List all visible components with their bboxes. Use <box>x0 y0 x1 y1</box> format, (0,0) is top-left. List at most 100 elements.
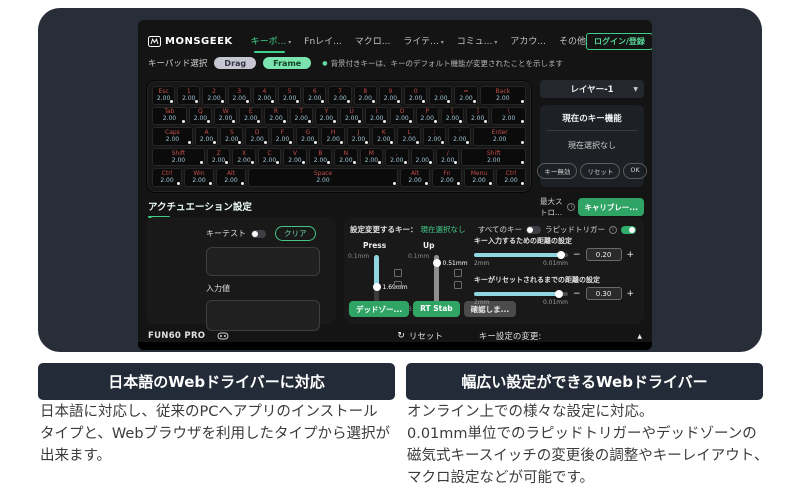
key-tab[interactable]: Tab2.00 <box>152 107 187 126</box>
key-9[interactable]: 92.00 <box>379 86 402 105</box>
key-r[interactable]: R2.00 <box>264 107 287 126</box>
key-6[interactable]: 62.00 <box>303 86 326 105</box>
press-slider-handle[interactable]: 1.69mm <box>373 283 381 291</box>
key-7[interactable]: 72.00 <box>328 86 351 105</box>
decrease-button[interactable]: − <box>573 290 581 299</box>
up-slider-handle[interactable]: 0.51mm <box>433 259 441 267</box>
key-[[interactable]: [2.00 <box>441 107 464 126</box>
drag-option[interactable]: Drag <box>214 57 256 69</box>
key-o[interactable]: O2.00 <box>390 107 413 126</box>
key-e[interactable]: E2.00 <box>239 107 262 126</box>
key-d[interactable]: D2.00 <box>245 127 268 146</box>
key-2[interactable]: 22.00 <box>202 86 225 105</box>
nav-item-0[interactable]: キーボ...▾ <box>251 34 292 49</box>
key-reset-button[interactable]: リセット <box>580 163 620 179</box>
key-\[interactable]: \2.00 <box>491 107 526 126</box>
key-p[interactable]: P2.00 <box>416 107 439 126</box>
key-ctrl[interactable]: Ctrl2.00 <box>152 168 182 187</box>
actuation-distance-value[interactable]: 0.20 <box>586 248 622 261</box>
login-button[interactable]: ログイン/登録 <box>586 33 652 50</box>
key-c[interactable]: C2.00 <box>258 148 281 167</box>
brand-logo[interactable]: MONSGEEK <box>148 36 233 47</box>
calibrate-button[interactable]: キャリブレー... <box>578 198 644 216</box>
key-=[interactable]: =2.00 <box>454 86 477 105</box>
key-disable-button[interactable]: キー無効 <box>537 163 577 179</box>
key-'[interactable]: '2.00 <box>448 127 471 146</box>
reset-distance-value[interactable]: 0.30 <box>586 287 622 300</box>
increase-button[interactable]: + <box>627 251 635 260</box>
key-3[interactable]: 32.00 <box>228 86 251 105</box>
step-up-icon[interactable] <box>394 269 402 277</box>
key-;[interactable]: ;2.00 <box>423 127 446 146</box>
key-b[interactable]: B2.00 <box>309 148 332 167</box>
clear-button[interactable]: クリア <box>275 226 316 241</box>
key-i[interactable]: I2.00 <box>365 107 388 126</box>
collapse-caret-icon[interactable]: ▲ <box>637 333 642 340</box>
reset-button[interactable]: ↻ リセット <box>397 330 443 342</box>
nav-item-2[interactable]: マクロ... <box>355 34 391 49</box>
key-.[interactable]: .2.00 <box>411 148 434 167</box>
key-y[interactable]: Y2.00 <box>315 107 338 126</box>
increase-button[interactable]: + <box>627 290 635 299</box>
rapid-trigger-toggle[interactable] <box>621 226 636 234</box>
rt-stab-button[interactable]: RT Stab <box>413 301 460 317</box>
key-][interactable]: ]2.00 <box>466 107 489 126</box>
key-l[interactable]: L2.00 <box>397 127 420 146</box>
layer-select[interactable]: レイヤー-1 ▼ <box>540 80 644 98</box>
key-win[interactable]: Win2.00 <box>184 168 214 187</box>
frame-option[interactable]: Frame <box>263 57 311 69</box>
nav-item-4[interactable]: コミュ...▾ <box>457 34 498 49</box>
input-value-textarea[interactable] <box>206 300 320 331</box>
step-up-icon[interactable] <box>454 269 462 277</box>
all-keys-toggle[interactable] <box>526 226 541 234</box>
key-esc[interactable]: Esc2.00 <box>152 86 175 105</box>
key-1[interactable]: 12.00 <box>177 86 200 105</box>
key--[interactable]: -2.00 <box>429 86 452 105</box>
nav-item-1[interactable]: Fnレイ... <box>304 34 341 49</box>
key-z[interactable]: Z2.00 <box>207 148 230 167</box>
key-,[interactable]: ,2.00 <box>385 148 408 167</box>
key-test-textarea[interactable] <box>206 247 320 276</box>
key-u[interactable]: U2.00 <box>340 107 363 126</box>
slider-handle[interactable] <box>557 251 565 259</box>
key-s[interactable]: S2.00 <box>220 127 243 146</box>
key-alt[interactable]: Alt2.00 <box>216 168 246 187</box>
key-t[interactable]: T2.00 <box>290 107 313 126</box>
key-k[interactable]: K2.00 <box>372 127 395 146</box>
key-shift[interactable]: Shift2.00 <box>152 148 205 167</box>
slider-track[interactable] <box>474 253 568 257</box>
key-g[interactable]: G2.00 <box>296 127 319 146</box>
key-back[interactable]: Back2.00 <box>480 86 526 105</box>
slider-handle[interactable] <box>555 290 563 298</box>
key-shift[interactable]: Shift2.00 <box>461 148 526 167</box>
key-j[interactable]: J2.00 <box>347 127 370 146</box>
key-enter[interactable]: Enter2.00 <box>473 127 526 146</box>
key-v[interactable]: V2.00 <box>283 148 306 167</box>
key-5[interactable]: 52.00 <box>278 86 301 105</box>
key-fn[interactable]: Fn2.00 <box>432 168 462 187</box>
slider-track[interactable] <box>474 292 568 296</box>
key-ctrl[interactable]: Ctrl2.00 <box>496 168 526 187</box>
key-h[interactable]: H2.00 <box>321 127 344 146</box>
key-space[interactable]: Space2.00 <box>248 168 398 187</box>
key-0[interactable]: 02.00 <box>404 86 427 105</box>
key-n[interactable]: N2.00 <box>334 148 357 167</box>
key-caps[interactable]: Caps2.00 <box>152 127 193 146</box>
step-down-icon[interactable] <box>454 281 462 289</box>
key-ok-button[interactable]: OK <box>623 163 646 179</box>
up-slider-track[interactable]: 0.51mm <box>434 255 439 307</box>
key-/[interactable]: /2.00 <box>436 148 459 167</box>
key-f[interactable]: F2.00 <box>271 127 294 146</box>
key-alt[interactable]: Alt2.00 <box>400 168 430 187</box>
key-test-toggle[interactable] <box>251 230 266 238</box>
key-q[interactable]: Q2.00 <box>189 107 212 126</box>
key-8[interactable]: 82.00 <box>354 86 377 105</box>
key-menu[interactable]: Menu2.00 <box>464 168 494 187</box>
key-4[interactable]: 42.00 <box>253 86 276 105</box>
deadzone-button[interactable]: デッドゾー... <box>349 301 409 317</box>
decrease-button[interactable]: − <box>573 251 581 260</box>
key-a[interactable]: A2.00 <box>195 127 218 146</box>
key-m[interactable]: M2.00 <box>360 148 383 167</box>
key-w[interactable]: W2.00 <box>214 107 237 126</box>
press-slider-track[interactable]: 1.69mm <box>374 255 379 307</box>
